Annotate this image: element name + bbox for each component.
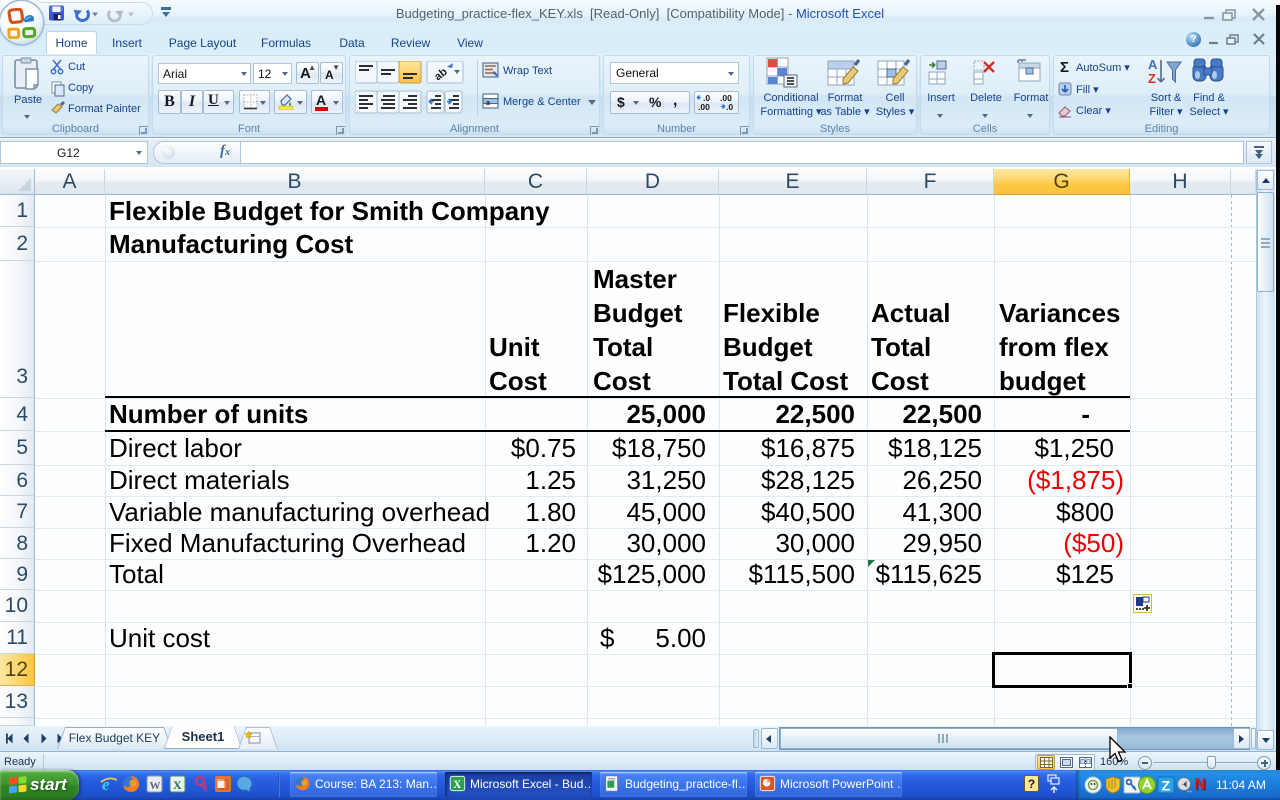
svg-text:.0: .0 (726, 102, 733, 112)
svg-text:A: A (1148, 57, 1158, 72)
svg-text:Z: Z (1162, 778, 1171, 794)
svg-text:a: a (486, 100, 490, 107)
svg-text:X: X (173, 778, 182, 792)
svg-text:Z: Z (1148, 71, 1156, 86)
svg-text:.00: .00 (698, 102, 710, 112)
svg-text:X: X (453, 779, 461, 791)
svg-text:W: W (150, 780, 161, 792)
